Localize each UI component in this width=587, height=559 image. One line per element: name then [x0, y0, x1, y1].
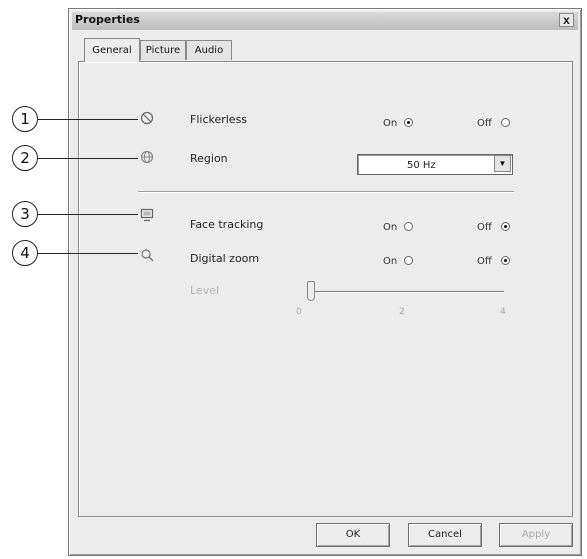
tab-general[interactable]: General [84, 38, 140, 62]
callout-2: 2 [12, 145, 38, 171]
region-select-value: 50 Hz [407, 160, 436, 171]
general-tab-panel [78, 61, 573, 517]
callout-4: 4 [12, 240, 38, 266]
region-label: Region [190, 152, 228, 165]
monitor-icon [139, 208, 155, 225]
window-title: Properties [75, 13, 140, 26]
tab-audio[interactable]: Audio [186, 40, 232, 60]
title-bar [72, 12, 578, 30]
level-slider-track[interactable] [312, 291, 504, 293]
face-tracking-label: Face tracking [190, 218, 264, 231]
flicker-icon [139, 111, 155, 128]
level-label: Level [190, 284, 220, 297]
magnifier-icon [139, 248, 155, 265]
callout-4-leader [38, 253, 138, 254]
digital-zoom-off-radio[interactable] [501, 256, 510, 265]
chevron-down-icon[interactable]: ▼ [494, 155, 511, 172]
digital-zoom-off-label: Off [477, 256, 492, 267]
face-tracking-on-label: On [383, 222, 398, 233]
flickerless-on-radio[interactable] [404, 118, 413, 127]
level-slider-handle[interactable] [307, 281, 315, 301]
cancel-button[interactable]: Cancel [408, 523, 482, 547]
flickerless-off-radio[interactable] [501, 118, 510, 127]
globe-icon [139, 150, 155, 167]
face-tracking-on-radio[interactable] [404, 222, 413, 231]
digital-zoom-on-radio[interactable] [404, 256, 413, 265]
callout-2-leader [38, 158, 138, 159]
separator [138, 191, 514, 193]
face-tracking-off-radio[interactable] [501, 222, 510, 231]
flickerless-on-label: On [383, 118, 398, 129]
level-tick-0: 0 [296, 307, 302, 317]
flickerless-label: Flickerless [190, 113, 248, 126]
digital-zoom-label: Digital zoom [190, 252, 260, 265]
tab-picture[interactable]: Picture [140, 40, 186, 60]
close-button[interactable]: x [559, 13, 574, 27]
level-tick-2: 2 [399, 307, 405, 317]
ok-button[interactable]: OK [316, 523, 390, 547]
callout-1: 1 [12, 106, 38, 132]
callout-3-leader [38, 214, 138, 215]
level-tick-4: 4 [500, 307, 506, 317]
face-tracking-off-label: Off [477, 222, 492, 233]
callout-1-leader [38, 119, 138, 120]
flickerless-off-label: Off [477, 118, 492, 129]
apply-button[interactable]: Apply [499, 523, 573, 547]
digital-zoom-on-label: On [383, 256, 398, 267]
callout-3: 3 [12, 201, 38, 227]
